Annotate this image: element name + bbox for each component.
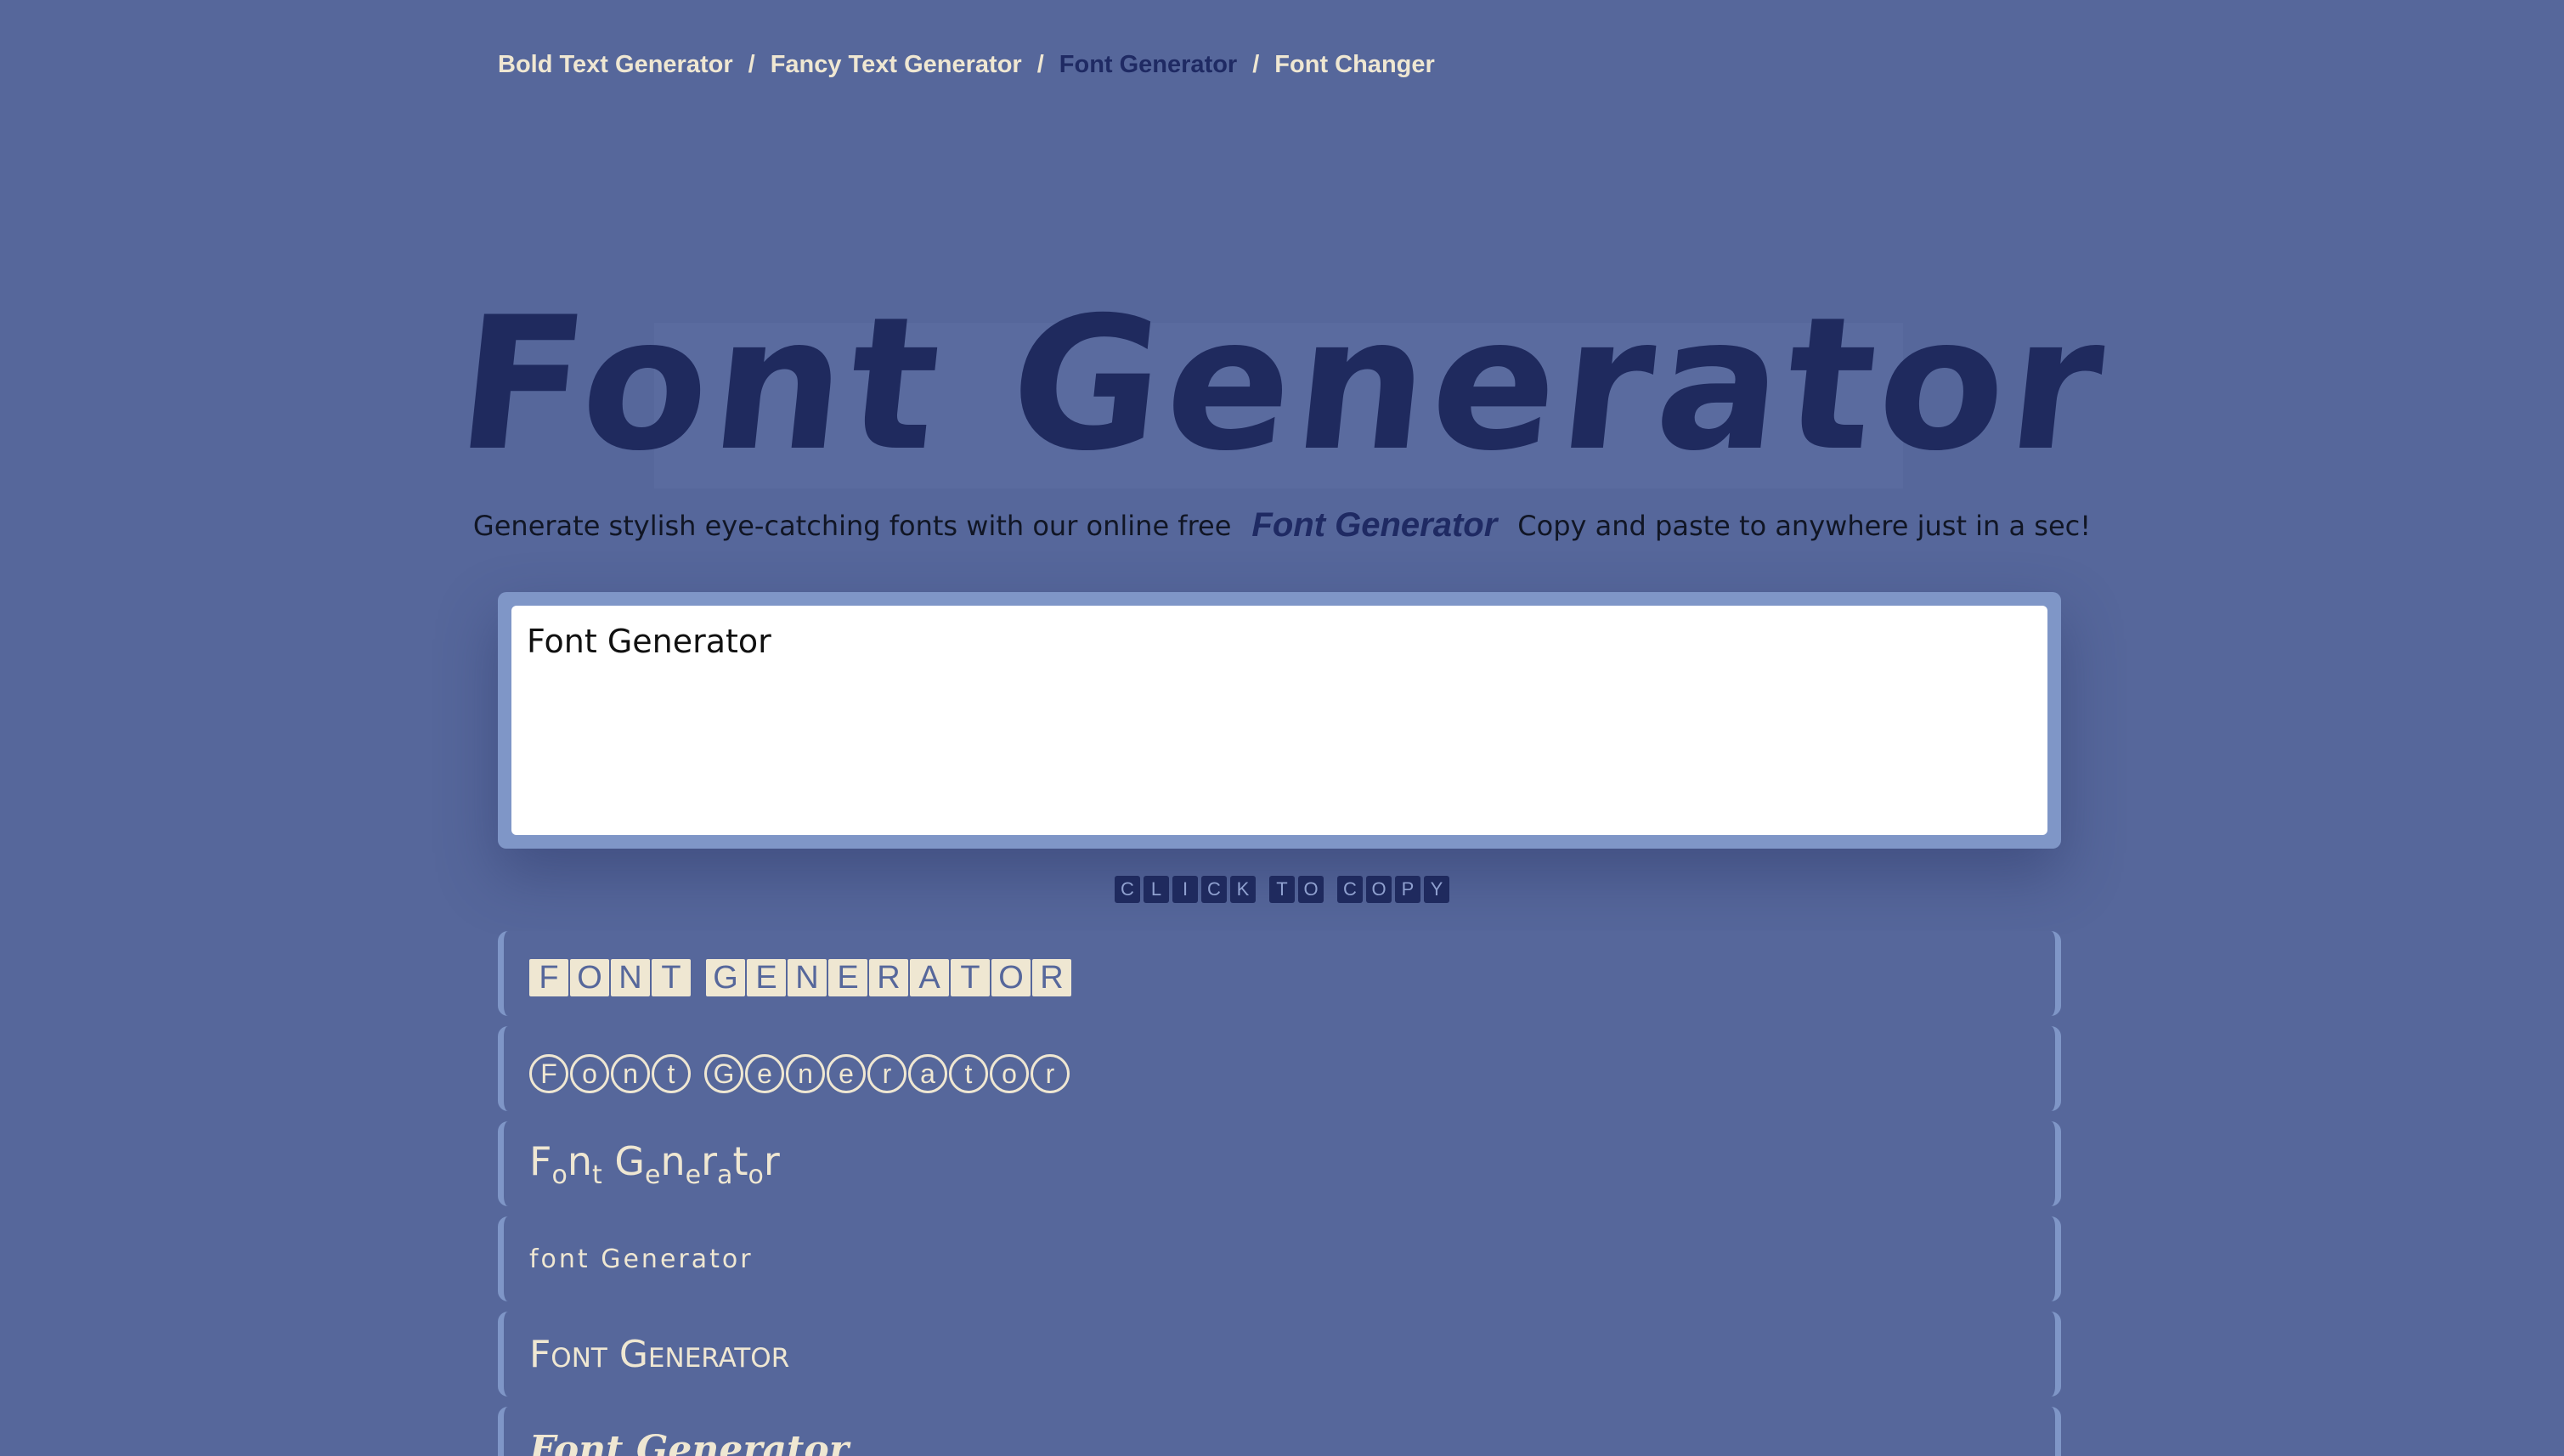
- wave-letter: t: [732, 1137, 748, 1184]
- copy-hint-letter: P: [1395, 876, 1420, 903]
- result-text-gothic: Font Generator: [529, 1427, 849, 1456]
- wave-letter: e: [645, 1160, 661, 1190]
- result-text-wave: Font Generator: [529, 1138, 780, 1190]
- circled-letter: o: [990, 1054, 1029, 1093]
- circled-letter: e: [745, 1054, 784, 1093]
- wave-letter: G: [614, 1137, 646, 1184]
- result-item-smallcaps[interactable]: Font Generator: [498, 1312, 2061, 1397]
- wave-letter: e: [685, 1160, 702, 1190]
- circled-letter: r: [867, 1054, 906, 1093]
- copy-hint-letter: T: [1269, 876, 1295, 903]
- wave-letter: t: [591, 1160, 602, 1190]
- page-title: Font Generator: [449, 278, 2118, 491]
- boxed-letter: O: [991, 958, 1031, 996]
- breadcrumb-separator: /: [1036, 51, 1044, 78]
- copy-hint-letter: L: [1144, 876, 1169, 903]
- wave-letter: r: [701, 1137, 718, 1184]
- copy-hint-letter: K: [1230, 876, 1256, 903]
- subtitle-text-before: Generate stylish eye-catching fonts with…: [472, 509, 1232, 542]
- text-input[interactable]: [511, 606, 2047, 835]
- breadcrumb-font-changer[interactable]: Font Changer: [1274, 51, 1435, 79]
- circled-letter: t: [949, 1054, 988, 1093]
- boxed-letter: N: [611, 958, 650, 996]
- boxed-letter: N: [788, 958, 827, 996]
- result-item-boxed[interactable]: FONTGENERATOR: [498, 931, 2061, 1016]
- result-text-tiny: font Generator: [529, 1244, 754, 1274]
- result-item-wave[interactable]: Font Generator: [498, 1121, 2061, 1206]
- results-list: FONTGENERATOR FontGenerator Font Generat…: [498, 931, 2061, 1456]
- result-text-circled: FontGenerator: [529, 1044, 1071, 1093]
- boxed-letter: O: [570, 958, 609, 996]
- input-card: [498, 592, 2061, 849]
- copy-hint-letter: I: [1172, 876, 1198, 903]
- circled-letter: G: [704, 1054, 743, 1093]
- copy-hint-letter: C: [1201, 876, 1227, 903]
- boxed-letter: A: [910, 958, 949, 996]
- wave-letter: r: [763, 1137, 780, 1184]
- circled-space: [692, 1044, 703, 1083]
- boxed-letter: E: [828, 958, 867, 996]
- boxed-letter: G: [706, 958, 745, 996]
- circled-letter: o: [570, 1054, 609, 1093]
- boxed-letter: R: [1032, 958, 1071, 996]
- copy-hint-letter: C: [1115, 876, 1140, 903]
- page: Bold Text Generator / Fancy Text Generat…: [0, 0, 2564, 1456]
- circled-letter: e: [827, 1054, 866, 1093]
- result-item-circled[interactable]: FontGenerator: [498, 1026, 2061, 1111]
- breadcrumb: Bold Text Generator / Fancy Text Generat…: [498, 51, 1435, 79]
- boxed-letter: F: [529, 958, 568, 996]
- breadcrumb-font-generator[interactable]: Font Generator: [1059, 51, 1237, 79]
- result-item-tiny[interactable]: font Generator: [498, 1216, 2061, 1301]
- boxed-letter: R: [869, 958, 908, 996]
- breadcrumb-separator: /: [1252, 51, 1260, 78]
- breadcrumb-bold-text-generator[interactable]: Bold Text Generator: [498, 51, 733, 79]
- result-item-gothic[interactable]: Font Generator: [498, 1407, 2061, 1456]
- copy-hint-letter: O: [1366, 876, 1392, 903]
- copy-hint-space: [1327, 876, 1334, 903]
- boxed-letter: T: [652, 958, 691, 996]
- subtitle-emphasis: Font Generator: [1251, 506, 1498, 544]
- wave-letter: F: [529, 1137, 552, 1184]
- wave-letter: a: [717, 1160, 733, 1190]
- click-to-copy-hint: CLICKTOCOPY: [0, 876, 2564, 903]
- wave-letter: o: [551, 1160, 568, 1190]
- copy-hint-letter: Y: [1424, 876, 1449, 903]
- boxed-letter: E: [747, 958, 786, 996]
- wave-letter: n: [567, 1137, 592, 1184]
- circled-letter: n: [611, 1054, 650, 1093]
- copy-hint-space: [1259, 876, 1266, 903]
- circled-letter: t: [652, 1054, 691, 1093]
- breadcrumb-fancy-text-generator[interactable]: Fancy Text Generator: [771, 51, 1022, 79]
- subtitle-text-after: Copy and paste to anywhere just in a sec…: [1517, 509, 2092, 542]
- boxed-letter: T: [951, 958, 990, 996]
- result-text-smallcaps: Font Generator: [529, 1332, 790, 1376]
- hero-subtitle: Generate stylish eye-catching fonts with…: [0, 506, 2564, 545]
- copy-hint-letter: O: [1298, 876, 1324, 903]
- result-text-boxed: FONTGENERATOR: [529, 951, 1073, 997]
- circled-letter: r: [1031, 1054, 1070, 1093]
- wave-letter: n: [660, 1137, 686, 1184]
- wave-letter: [602, 1138, 615, 1184]
- circled-letter: a: [908, 1054, 947, 1093]
- circled-letter: F: [529, 1054, 568, 1093]
- circled-letter: n: [786, 1054, 825, 1093]
- breadcrumb-separator: /: [748, 51, 755, 78]
- wave-letter: o: [748, 1160, 764, 1190]
- copy-hint-letter: C: [1337, 876, 1363, 903]
- boxed-space: [692, 951, 704, 988]
